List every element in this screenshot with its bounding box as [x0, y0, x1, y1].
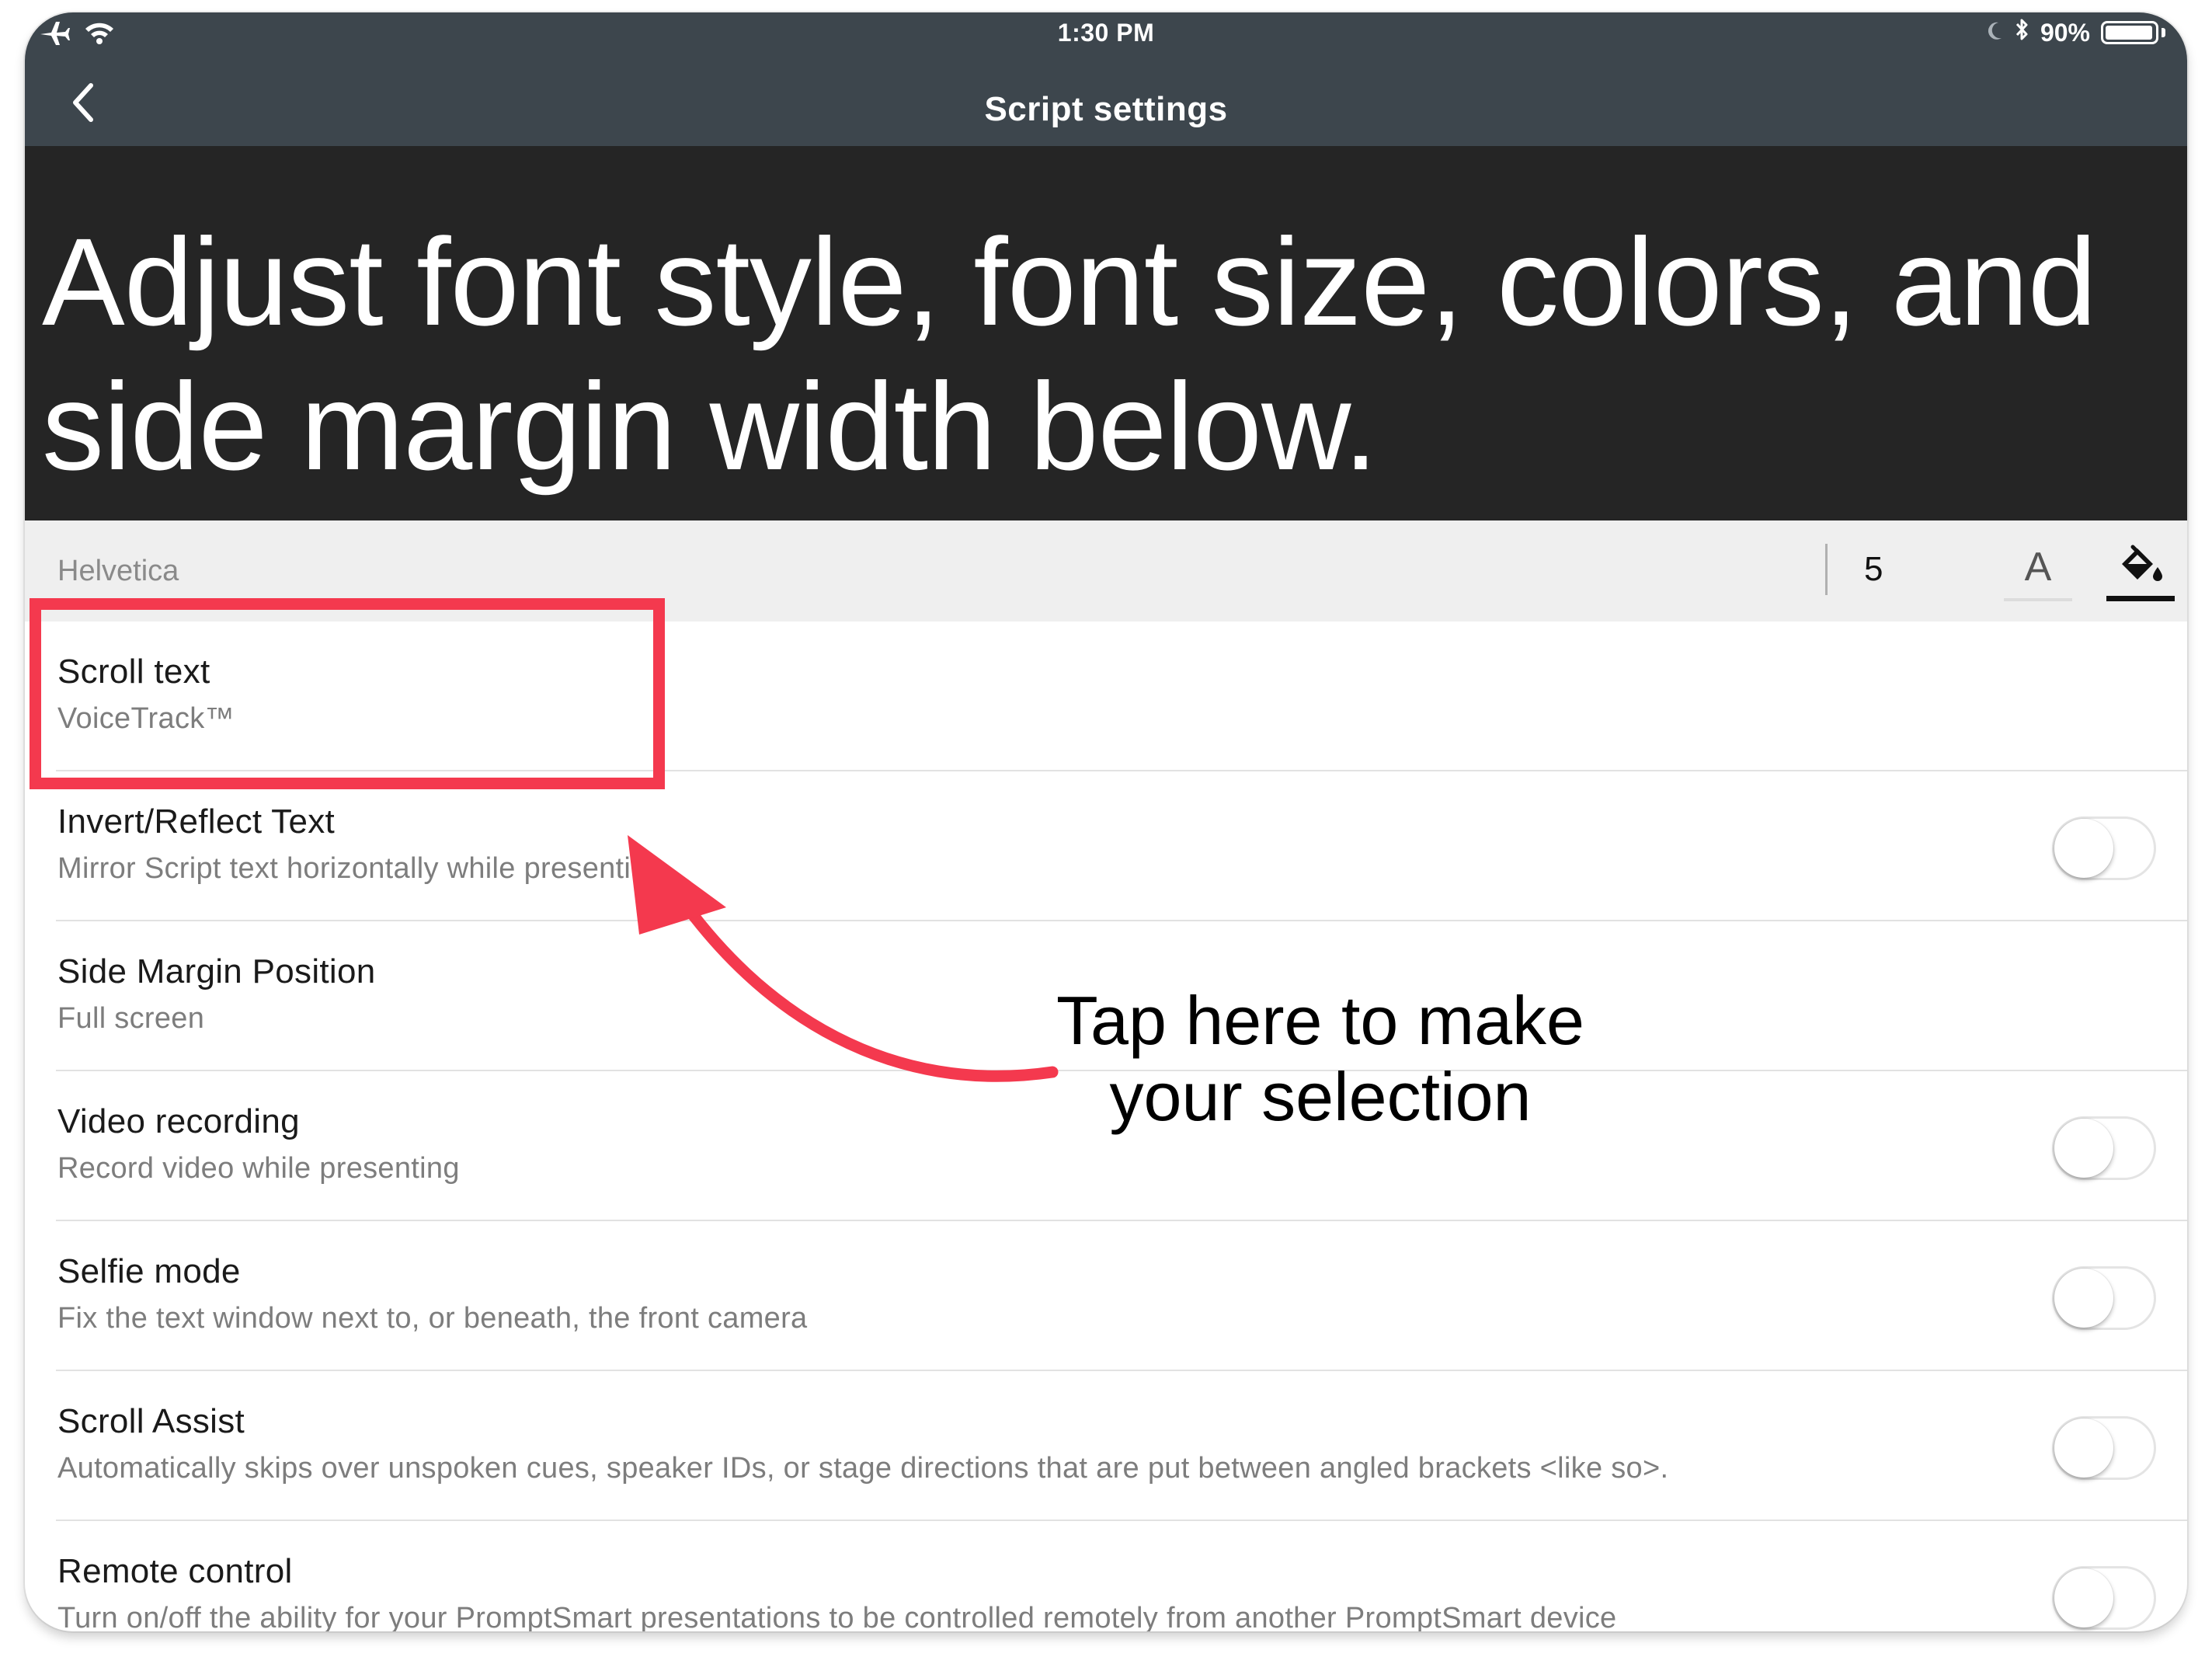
- setting-title: Scroll text: [57, 653, 210, 691]
- paint-bucket-icon: [2122, 545, 2162, 581]
- setting-title: Remote control: [57, 1552, 293, 1590]
- preview-text: Adjust font style, font size, colors, an…: [42, 212, 2097, 496]
- script-preview: Adjust font style, font size, colors, an…: [25, 146, 2187, 520]
- font-toolbar: Helvetica 5 A: [25, 520, 2187, 621]
- setting-subtitle: Record video while presenting: [57, 1152, 460, 1185]
- remote-control-toggle[interactable]: [2052, 1566, 2156, 1630]
- setting-row-scroll-text[interactable]: Scroll text VoiceTrack™: [25, 621, 2187, 771]
- setting-title: Invert/Reflect Text: [57, 802, 336, 841]
- battery-percent: 90%: [2040, 18, 2090, 47]
- moon-icon: [1986, 19, 2003, 47]
- top-bar: 1:30 PM 90% Script settings: [25, 12, 2187, 146]
- video-recording-toggle[interactable]: [2052, 1116, 2156, 1180]
- invert-reflect-toggle[interactable]: [2052, 816, 2156, 880]
- toggle-knob: [2054, 1119, 2113, 1178]
- ipad-screen: 1:30 PM 90% Script settings Adjust font …: [25, 12, 2187, 1631]
- setting-title: Side Margin Position: [57, 952, 376, 990]
- setting-title: Scroll Assist: [57, 1402, 245, 1440]
- setting-row-selfie-mode[interactable]: Selfie mode Fix the text window next to,…: [25, 1221, 2187, 1371]
- setting-title: Selfie mode: [57, 1252, 241, 1290]
- selfie-mode-toggle[interactable]: [2052, 1266, 2156, 1330]
- setting-row-remote-control[interactable]: Remote control Turn on/off the ability f…: [25, 1521, 2187, 1631]
- setting-title: Video recording: [57, 1102, 300, 1140]
- setting-row-scroll-assist[interactable]: Scroll Assist Automatically skips over u…: [25, 1371, 2187, 1521]
- annotation-line-2: your selection: [1109, 1058, 1532, 1135]
- setting-subtitle: Full screen: [57, 1002, 205, 1035]
- status-time: 1:30 PM: [1057, 19, 1155, 47]
- setting-subtitle: Automatically skips over unspoken cues, …: [57, 1452, 1669, 1485]
- font-size-selector[interactable]: 5: [1864, 550, 1883, 589]
- text-color-button[interactable]: A: [2004, 544, 2072, 601]
- page-title: Script settings: [984, 90, 1228, 128]
- setting-subtitle: Fix the text window next to, or beneath,…: [57, 1302, 808, 1335]
- font-style-selector[interactable]: Helvetica: [57, 555, 179, 588]
- setting-subtitle: VoiceTrack™: [57, 702, 235, 735]
- scroll-assist-toggle[interactable]: [2052, 1416, 2156, 1480]
- battery-icon: [2101, 21, 2158, 44]
- setting-row-invert-reflect[interactable]: Invert/Reflect Text Mirror Script text h…: [25, 771, 2187, 921]
- annotation-text: Tap here to make your selection: [1010, 983, 1631, 1135]
- annotation-line-1: Tap here to make: [1056, 982, 1584, 1059]
- status-right: 90%: [1986, 17, 2165, 48]
- bluetooth-icon: [2014, 17, 2029, 48]
- toggle-knob: [2054, 1568, 2113, 1627]
- toggle-knob: [2054, 1269, 2113, 1328]
- battery-tip: [2162, 28, 2165, 37]
- setting-subtitle: Mirror Script text horizontally while pr…: [57, 852, 665, 885]
- setting-subtitle: Turn on/off the ability for your PromptS…: [57, 1602, 1617, 1631]
- toggle-knob: [2054, 819, 2113, 878]
- toolbar-divider: [1825, 544, 1828, 595]
- toggle-knob: [2054, 1419, 2113, 1478]
- background-color-button[interactable]: [2106, 539, 2175, 601]
